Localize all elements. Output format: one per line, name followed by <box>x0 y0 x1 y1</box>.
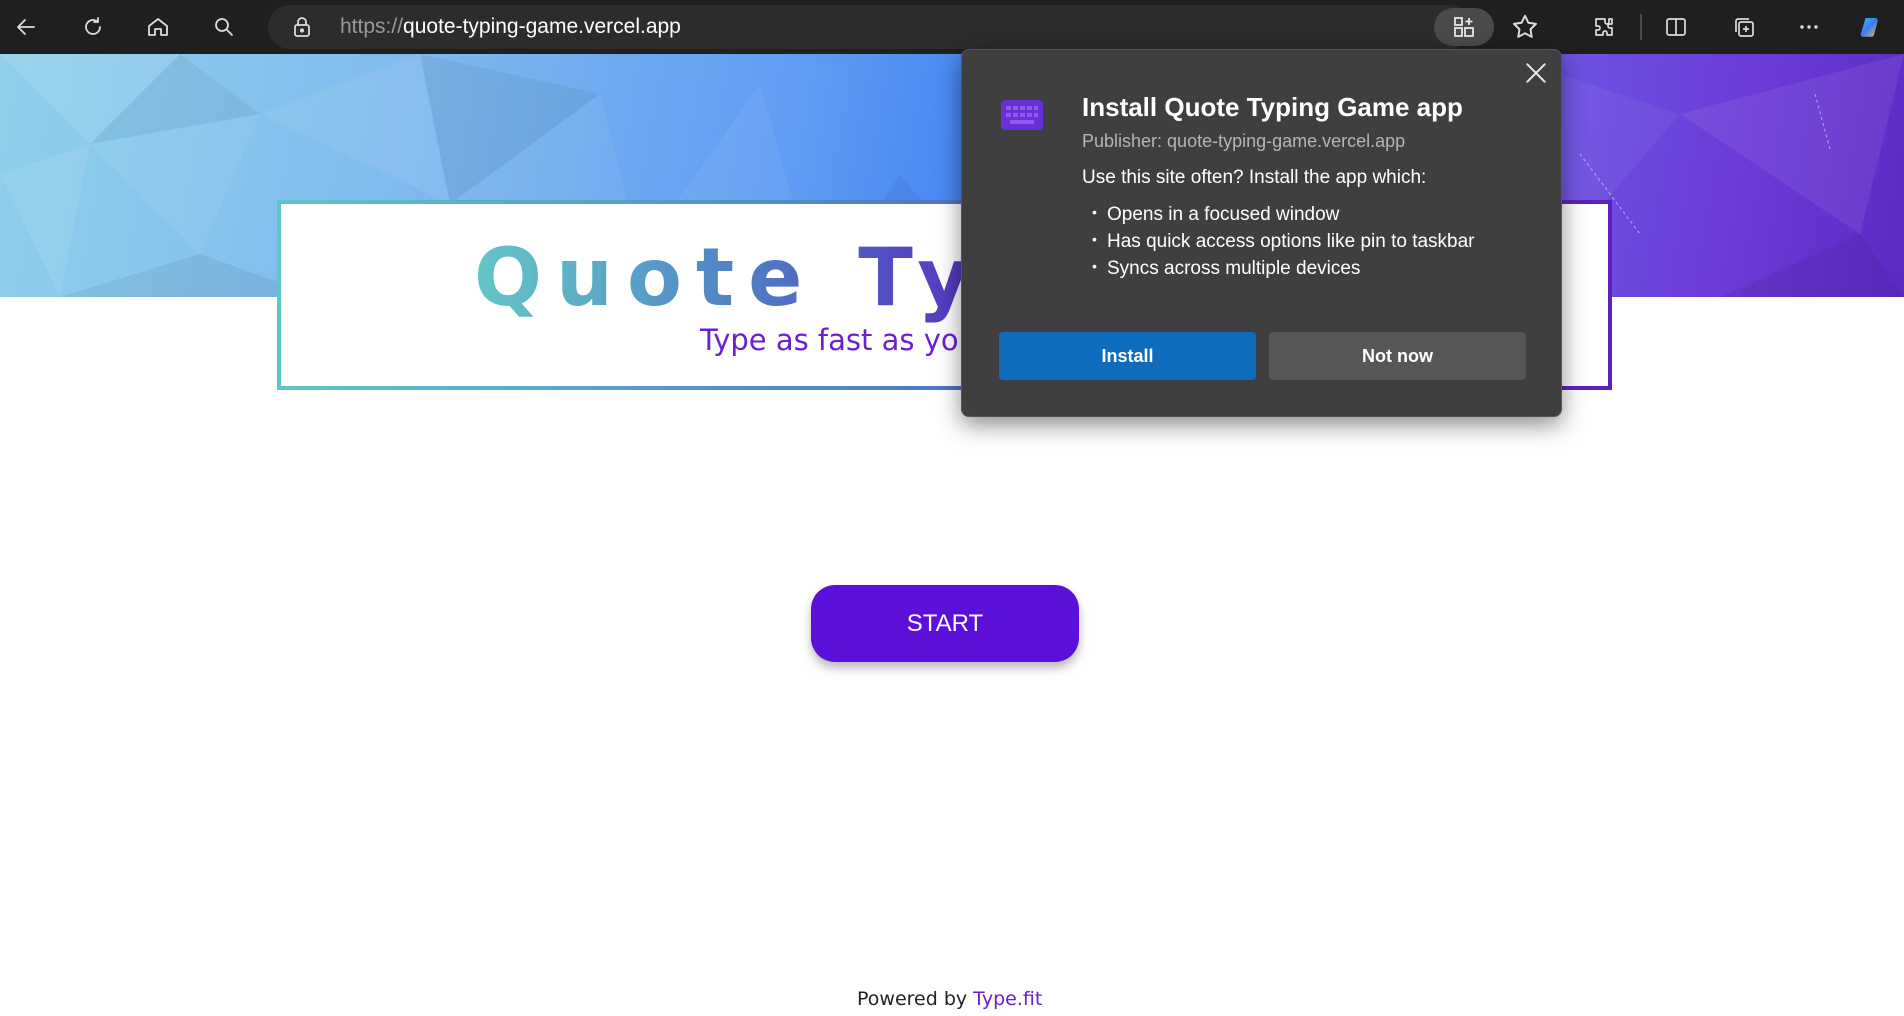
install-app-popup: Install Quote Typing Game app Publisher:… <box>961 49 1562 417</box>
home-button[interactable] <box>138 7 178 47</box>
refresh-button[interactable] <box>73 7 113 47</box>
split-screen-button[interactable] <box>1656 7 1696 47</box>
home-icon <box>148 18 168 36</box>
app-available-icon <box>1454 17 1474 37</box>
install-button[interactable]: Install <box>999 332 1256 380</box>
extensions-button[interactable] <box>1584 7 1624 47</box>
benefit-item: Opens in a focused window <box>1092 199 1475 228</box>
popup-title: Install Quote Typing Game app <box>1082 92 1463 122</box>
refresh-icon <box>85 17 101 35</box>
url-scheme: https:// <box>340 15 404 38</box>
split-screen-icon <box>1666 18 1686 36</box>
start-button[interactable]: START <box>811 585 1079 662</box>
more-icon <box>1800 25 1818 29</box>
toolbar-divider <box>1640 14 1642 40</box>
close-icon[interactable] <box>1523 60 1549 86</box>
favorite-star-icon[interactable] <box>1510 12 1540 42</box>
benefit-item: Syncs across multiple devices <box>1092 253 1475 282</box>
back-button[interactable] <box>6 7 46 47</box>
collections-button[interactable] <box>1724 7 1764 47</box>
app-available-button[interactable] <box>1434 8 1494 46</box>
popup-publisher: Publisher: quote-typing-game.vercel.app <box>1082 131 1406 151</box>
address-bar[interactable]: https://quote-typing-game.vercel.app <box>268 5 1537 49</box>
benefit-item: Has quick access options like pin to tas… <box>1092 226 1475 255</box>
collections-icon <box>1735 18 1754 37</box>
benefits-list: Opens in a focused window Has quick acce… <box>1092 199 1475 282</box>
search-icon <box>215 18 233 36</box>
more-button[interactable] <box>1789 7 1829 47</box>
type-fit-link[interactable]: Type.fit <box>973 988 1042 1010</box>
keyboard-app-icon <box>1001 100 1043 130</box>
url-host: quote-typing-game.vercel.app <box>403 15 681 38</box>
back-icon <box>17 19 35 35</box>
copilot-icon <box>1860 18 1878 37</box>
extensions-icon <box>1595 18 1613 36</box>
not-now-button[interactable]: Not now <box>1269 332 1526 380</box>
page-subtitle: Type as fast as you c <box>700 323 1003 357</box>
powered-by-prefix: Powered by <box>857 988 974 1010</box>
search-button[interactable] <box>204 7 244 47</box>
url-text[interactable]: https://quote-typing-game.vercel.app <box>340 5 681 49</box>
browser-toolbar: https://quote-typing-game.vercel.app <box>0 0 1904 54</box>
popup-intro: Use this site often? Install the app whi… <box>1082 167 1427 188</box>
lock-icon[interactable] <box>290 15 314 39</box>
copilot-button[interactable] <box>1850 7 1890 47</box>
powered-by-footer: Powered by Type.fit <box>857 988 1042 1010</box>
